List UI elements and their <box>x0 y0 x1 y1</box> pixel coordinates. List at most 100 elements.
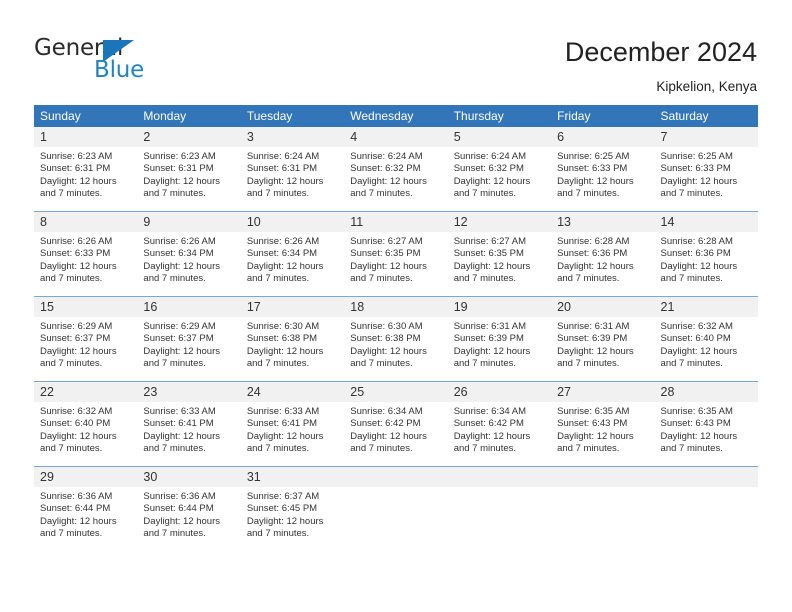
daylight-text-line1: Daylight: 12 hours <box>453 175 531 187</box>
day-number[interactable]: 29 <box>34 467 138 487</box>
day-number[interactable]: 26 <box>447 382 552 402</box>
day-cell[interactable]: Sunrise: 6:33 AM Sunset: 6:41 PM Daylight:… <box>137 402 241 466</box>
sunset-text: Sunset: 6:33 PM <box>557 163 628 175</box>
day-cell[interactable]: Sunrise: 6:26 AM Sunset: 6:33 PM Daylight:… <box>34 232 138 296</box>
sunrise-text: Sunrise: 6:24 AM <box>246 151 320 162</box>
sunset-text: Sunset: 6:38 PM <box>350 333 421 345</box>
day-cell[interactable]: Sunrise: 6:30 AM Sunset: 6:38 PM Daylight:… <box>240 317 345 381</box>
daylight-text-line2: and 7 minutes. <box>660 442 723 454</box>
daylight-text-line2: and 7 minutes. <box>350 442 413 454</box>
day-cell[interactable]: Sunrise: 6:26 AM Sunset: 6:34 PM Daylight:… <box>137 232 241 296</box>
day-cell[interactable]: Sunrise: 6:27 AM Sunset: 6:35 PM Daylight:… <box>447 232 552 296</box>
day-cell[interactable]: Sunrise: 6:29 AM Sunset: 6:37 PM Daylight:… <box>137 317 241 381</box>
daylight-text-line1: Daylight: 12 hours <box>40 260 117 272</box>
sunrise-text: Sunrise: 6:27 AM <box>350 236 423 247</box>
day-number[interactable]: 14 <box>654 212 758 232</box>
day-number[interactable]: 27 <box>551 382 655 402</box>
sunrise-text: Sunrise: 6:30 AM <box>350 321 423 332</box>
daylight-text-line1: Daylight: 12 hours <box>143 345 220 357</box>
day-number[interactable]: 31 <box>240 467 345 487</box>
day-number[interactable]: 19 <box>447 297 552 317</box>
daylight-text-line2: and 7 minutes. <box>246 442 310 454</box>
daylight-text-line1: Daylight: 12 hours <box>143 260 220 272</box>
daylight-text-line1: Daylight: 12 hours <box>557 345 634 357</box>
sunrise-text: Sunrise: 6:31 AM <box>557 321 630 332</box>
day-detail-row: Sunrise: 6:26 AM Sunset: 6:33 PM Daylight:… <box>34 232 758 296</box>
sunrise-text: Sunrise: 6:28 AM <box>557 236 630 247</box>
daylight-text-line2: and 7 minutes. <box>143 442 206 454</box>
daylight-text-line1: Daylight: 12 hours <box>246 260 324 272</box>
day-cell[interactable]: Sunrise: 6:24 AM Sunset: 6:32 PM Daylight:… <box>447 147 552 211</box>
daylight-text-line1: Daylight: 12 hours <box>557 175 634 187</box>
day-cell[interactable]: Sunrise: 6:34 AM Sunset: 6:42 PM Daylight:… <box>447 402 552 466</box>
daylight-text-line1: Daylight: 12 hours <box>350 345 427 357</box>
day-number[interactable]: 5 <box>447 127 552 147</box>
sunrise-text: Sunrise: 6:23 AM <box>40 151 113 162</box>
day-number-empty <box>551 467 655 487</box>
day-cell[interactable]: Sunrise: 6:36 AM Sunset: 6:44 PM Daylight:… <box>137 487 241 551</box>
day-number[interactable]: 10 <box>240 212 345 232</box>
day-detail-row: Sunrise: 6:29 AM Sunset: 6:37 PM Daylight:… <box>34 317 758 381</box>
day-number[interactable]: 2 <box>137 127 241 147</box>
day-cell[interactable]: Sunrise: 6:35 AM Sunset: 6:43 PM Daylight:… <box>551 402 655 466</box>
day-cell[interactable]: Sunrise: 6:27 AM Sunset: 6:35 PM Daylight:… <box>344 232 448 296</box>
day-cell[interactable]: Sunrise: 6:32 AM Sunset: 6:40 PM Daylight:… <box>34 402 138 466</box>
day-number[interactable]: 12 <box>447 212 552 232</box>
daylight-text-line1: Daylight: 12 hours <box>350 175 427 187</box>
day-number[interactable]: 22 <box>34 382 138 402</box>
day-cell[interactable]: Sunrise: 6:29 AM Sunset: 6:37 PM Daylight:… <box>34 317 138 381</box>
sunrise-text: Sunrise: 6:26 AM <box>143 236 216 247</box>
day-cell[interactable]: Sunrise: 6:36 AM Sunset: 6:44 PM Daylight:… <box>34 487 138 551</box>
day-cell[interactable]: Sunrise: 6:23 AM Sunset: 6:31 PM Daylight:… <box>137 147 241 211</box>
day-cell[interactable]: Sunrise: 6:24 AM Sunset: 6:31 PM Daylight:… <box>240 147 345 211</box>
sunrise-text: Sunrise: 6:34 AM <box>350 406 423 417</box>
sunrise-text: Sunrise: 6:31 AM <box>453 321 527 332</box>
day-cell[interactable]: Sunrise: 6:32 AM Sunset: 6:40 PM Daylight:… <box>654 317 758 381</box>
day-number[interactable]: 17 <box>240 297 345 317</box>
day-number[interactable]: 11 <box>344 212 448 232</box>
day-number[interactable]: 7 <box>654 127 758 147</box>
day-number[interactable]: 23 <box>137 382 241 402</box>
day-cell[interactable]: Sunrise: 6:28 AM Sunset: 6:36 PM Daylight:… <box>551 232 655 296</box>
day-number[interactable]: 30 <box>137 467 241 487</box>
day-number[interactable]: 8 <box>34 212 138 232</box>
daylight-text-line2: and 7 minutes. <box>40 357 103 369</box>
day-cell[interactable]: Sunrise: 6:25 AM Sunset: 6:33 PM Daylight:… <box>551 147 655 211</box>
day-number[interactable]: 16 <box>137 297 241 317</box>
day-number[interactable]: 25 <box>344 382 448 402</box>
day-cell[interactable]: Sunrise: 6:35 AM Sunset: 6:43 PM Daylight:… <box>654 402 758 466</box>
day-cell[interactable]: Sunrise: 6:30 AM Sunset: 6:38 PM Daylight:… <box>344 317 448 381</box>
day-cell[interactable]: Sunrise: 6:28 AM Sunset: 6:36 PM Daylight:… <box>654 232 758 296</box>
day-number[interactable]: 3 <box>240 127 345 147</box>
day-number[interactable]: 15 <box>34 297 138 317</box>
day-cell[interactable]: Sunrise: 6:25 AM Sunset: 6:33 PM Daylight:… <box>654 147 758 211</box>
day-detail-row: Sunrise: 6:32 AM Sunset: 6:40 PM Daylight:… <box>34 402 758 466</box>
daylight-text-line2: and 7 minutes. <box>453 357 517 369</box>
day-number[interactable]: 24 <box>240 382 345 402</box>
daylight-text-line2: and 7 minutes. <box>350 187 413 199</box>
day-number[interactable]: 4 <box>344 127 448 147</box>
daylight-text-line1: Daylight: 12 hours <box>453 430 531 442</box>
day-number[interactable]: 20 <box>551 297 655 317</box>
daylight-text-line2: and 7 minutes. <box>350 272 413 284</box>
day-cell[interactable]: Sunrise: 6:23 AM Sunset: 6:31 PM Daylight:… <box>34 147 138 211</box>
day-cell[interactable]: Sunrise: 6:34 AM Sunset: 6:42 PM Daylight:… <box>344 402 448 466</box>
page-title: December 2024 <box>564 37 757 67</box>
brand-logo[interactable]: General Blue <box>34 35 184 85</box>
day-number[interactable]: 18 <box>344 297 448 317</box>
day-cell[interactable]: Sunrise: 6:26 AM Sunset: 6:34 PM Daylight:… <box>240 232 345 296</box>
sunrise-text: Sunrise: 6:24 AM <box>453 151 527 162</box>
day-cell[interactable]: Sunrise: 6:37 AM Sunset: 6:45 PM Daylight:… <box>240 487 345 551</box>
day-cell[interactable]: Sunrise: 6:24 AM Sunset: 6:32 PM Daylight:… <box>344 147 448 211</box>
day-number[interactable]: 13 <box>551 212 655 232</box>
day-number[interactable]: 9 <box>137 212 241 232</box>
day-number[interactable]: 28 <box>654 382 758 402</box>
day-cell[interactable]: Sunrise: 6:33 AM Sunset: 6:41 PM Daylight:… <box>240 402 345 466</box>
day-number[interactable]: 21 <box>654 297 758 317</box>
logo-text-blue: Blue <box>94 57 145 83</box>
day-number[interactable]: 1 <box>34 127 138 147</box>
day-cell[interactable]: Sunrise: 6:31 AM Sunset: 6:39 PM Daylight:… <box>447 317 552 381</box>
day-cell[interactable]: Sunrise: 6:31 AM Sunset: 6:39 PM Daylight:… <box>551 317 655 381</box>
daylight-text-line2: and 7 minutes. <box>143 527 206 539</box>
day-number[interactable]: 6 <box>551 127 655 147</box>
